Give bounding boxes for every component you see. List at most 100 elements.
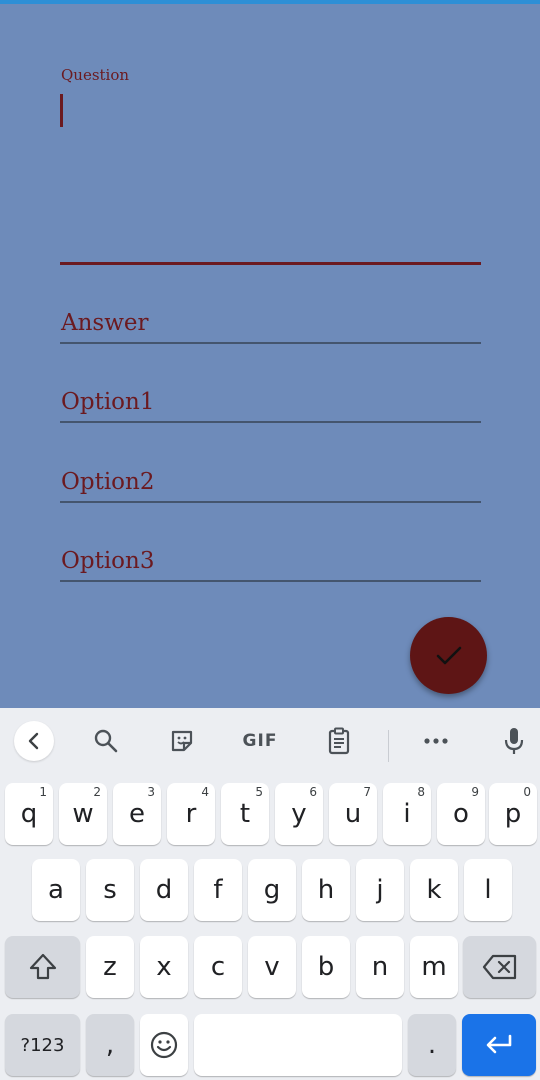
key-u[interactable]: u7	[329, 783, 377, 845]
enter-key[interactable]	[462, 1014, 536, 1076]
space-key[interactable]	[194, 1014, 402, 1076]
key-w-hint: 2	[93, 785, 101, 799]
key-i[interactable]: i8	[383, 783, 431, 845]
period-key-label: .	[427, 1030, 437, 1060]
text-cursor	[60, 94, 63, 127]
question-form: Question Answer Option1 Option2 Option3	[0, 4, 540, 708]
question-input[interactable]	[60, 262, 481, 265]
key-m[interactable]: m	[410, 936, 458, 998]
key-v-label: v	[264, 952, 280, 982]
key-r[interactable]: r4	[167, 783, 215, 845]
key-h[interactable]: h	[302, 859, 350, 921]
key-v[interactable]: v	[248, 936, 296, 998]
key-l-label: l	[484, 875, 492, 905]
period-key[interactable]: .	[408, 1014, 456, 1076]
key-y-hint: 6	[309, 785, 317, 799]
key-f[interactable]: f	[194, 859, 242, 921]
sticker-icon	[171, 730, 193, 752]
keyboard-clipboard-button[interactable]	[319, 721, 359, 761]
emoji-key[interactable]	[140, 1014, 188, 1076]
keyboard-toolbar: GIF	[0, 708, 540, 774]
key-f-label: f	[213, 875, 223, 905]
option1-field[interactable]: Option1	[60, 373, 481, 423]
key-d[interactable]: d	[140, 859, 188, 921]
key-e[interactable]: e3	[113, 783, 161, 845]
comma-key[interactable]: ,	[86, 1014, 134, 1076]
key-o-label: o	[453, 799, 469, 829]
search-icon	[94, 729, 118, 753]
key-h-label: h	[317, 875, 335, 905]
shift-icon	[29, 953, 56, 980]
keyboard-sticker-button[interactable]	[162, 721, 202, 761]
key-t-label: t	[239, 799, 251, 829]
key-u-label: u	[344, 799, 362, 829]
key-r-hint: 4	[201, 785, 209, 799]
symbols-key-label: ?123	[20, 1034, 65, 1056]
key-r-label: r	[185, 799, 197, 829]
option3-underline	[60, 580, 481, 582]
symbols-key[interactable]: ?123	[5, 1014, 80, 1076]
key-u-hint: 7	[363, 785, 371, 799]
key-g[interactable]: g	[248, 859, 296, 921]
key-k-label: k	[426, 875, 442, 905]
comma-key-label: ,	[105, 1030, 115, 1060]
gif-label: GIF	[242, 731, 278, 751]
chevron-left-icon	[28, 732, 39, 750]
key-e-hint: 3	[147, 785, 155, 799]
key-l[interactable]: l	[464, 859, 512, 921]
key-t[interactable]: t5	[221, 783, 269, 845]
key-o[interactable]: o9	[437, 783, 485, 845]
option2-placeholder: Option2	[61, 469, 155, 495]
option3-placeholder: Option3	[61, 548, 155, 574]
option3-field[interactable]: Option3	[60, 532, 481, 582]
key-z-label: z	[103, 952, 117, 982]
option2-field[interactable]: Option2	[60, 453, 481, 503]
keyboard-back-button[interactable]	[14, 721, 54, 761]
keyboard-search-button[interactable]	[86, 721, 126, 761]
enter-icon	[486, 1034, 512, 1054]
key-t-hint: 5	[255, 785, 263, 799]
key-x-label: x	[156, 952, 172, 982]
save-question-button[interactable]	[410, 617, 487, 694]
answer-field[interactable]: Answer	[60, 294, 481, 344]
key-m-label: m	[421, 952, 447, 982]
key-a[interactable]: a	[32, 859, 80, 921]
answer-underline	[60, 342, 481, 344]
check-icon	[436, 646, 461, 664]
key-s[interactable]: s	[86, 859, 134, 921]
keyboard-gif-button[interactable]: GIF	[240, 721, 280, 761]
key-w-label: w	[72, 799, 94, 829]
key-d-label: d	[155, 875, 173, 905]
key-o-hint: 9	[471, 785, 479, 799]
key-w[interactable]: w2	[59, 783, 107, 845]
key-q[interactable]: q1	[5, 783, 53, 845]
key-b-label: b	[317, 952, 335, 982]
key-j-label: j	[376, 875, 384, 905]
keyboard-more-button[interactable]	[416, 721, 456, 761]
key-y[interactable]: y6	[275, 783, 323, 845]
keyboard-mic-button[interactable]	[494, 721, 534, 761]
key-n[interactable]: n	[356, 936, 404, 998]
clipboard-icon	[328, 727, 350, 755]
more-icon	[424, 738, 448, 744]
key-c[interactable]: c	[194, 936, 242, 998]
key-e-label: e	[129, 799, 145, 829]
on-screen-keyboard: GIF q1 w2 e3 r4 t5 y6 u7 i8 o9 p0 a s d …	[0, 708, 540, 1080]
key-g-label: g	[263, 875, 281, 905]
key-i-label: i	[403, 799, 411, 829]
mic-icon	[504, 728, 524, 754]
key-b[interactable]: b	[302, 936, 350, 998]
option1-underline	[60, 421, 481, 423]
key-p-hint: 0	[523, 785, 531, 799]
key-z[interactable]: z	[86, 936, 134, 998]
key-p-label: p	[504, 799, 522, 829]
key-k[interactable]: k	[410, 859, 458, 921]
key-i-hint: 8	[417, 785, 425, 799]
toolbar-divider	[388, 730, 389, 762]
key-j[interactable]: j	[356, 859, 404, 921]
shift-key[interactable]	[5, 936, 80, 998]
backspace-key[interactable]	[463, 936, 536, 998]
emoji-icon	[150, 1031, 178, 1059]
key-p[interactable]: p0	[489, 783, 537, 845]
key-x[interactable]: x	[140, 936, 188, 998]
